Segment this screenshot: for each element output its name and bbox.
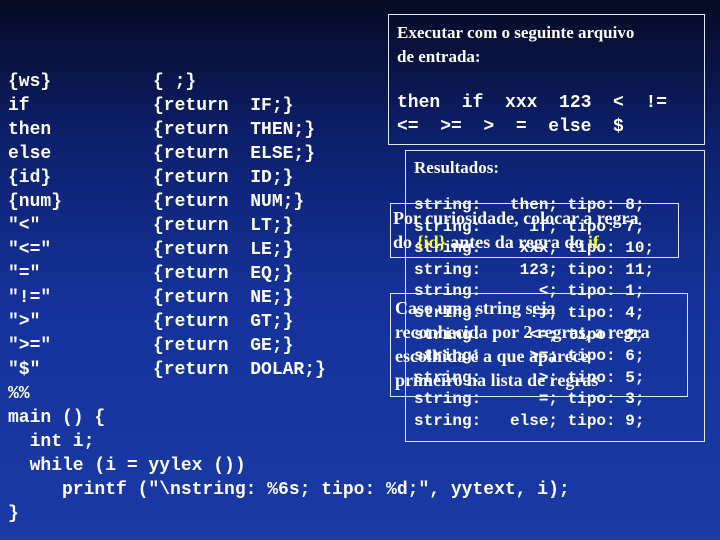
rule-action: {return ELSE;} bbox=[153, 144, 316, 164]
rule-pattern: {ws} bbox=[8, 72, 52, 92]
rule-pattern: if bbox=[8, 96, 30, 116]
rule-pattern: then bbox=[8, 120, 52, 140]
rule-pattern: "<=" bbox=[8, 240, 52, 260]
note-rule-priority: Caso uma string seja reconhecida por 2 r… bbox=[390, 293, 688, 397]
result-line: string: else; tipo: 9; bbox=[414, 412, 645, 430]
note2-line3: escolhida é a que aparece bbox=[395, 346, 589, 366]
rule-action: {return NUM;} bbox=[153, 192, 305, 212]
rule-action: {return LE;} bbox=[153, 240, 294, 260]
note1-line1: Por curiosidade, colocar a regra bbox=[393, 208, 639, 228]
input-text: then if xxx 123 < != bbox=[397, 93, 668, 113]
code-line: printf ("\nstring: %6s; tipo: %d;", yyte… bbox=[8, 480, 570, 500]
note1-if-highlight: if bbox=[587, 232, 599, 252]
note1-line2: do {id} antes da regra do if bbox=[393, 230, 599, 254]
rule-pattern: ">=" bbox=[8, 336, 52, 356]
rule-pattern: "<" bbox=[8, 216, 41, 236]
rule-pattern: "$" bbox=[8, 360, 41, 380]
rule-action: {return ID;} bbox=[153, 168, 294, 188]
rule-action: {return GT;} bbox=[153, 312, 294, 332]
note1-text-2: antes da regra do bbox=[445, 232, 588, 252]
note2-line4: primeiro na lista de regras bbox=[395, 370, 599, 390]
code-line: while (i = yylex ()) bbox=[8, 456, 246, 476]
rule-pattern: {id} bbox=[8, 168, 52, 188]
input-title-2: de entrada: bbox=[397, 47, 481, 66]
results-title: Resultados: bbox=[414, 158, 500, 177]
input-box: Executar com o seguinte arquivo de entra… bbox=[388, 14, 705, 145]
code-line: } bbox=[8, 504, 19, 524]
rule-pattern: "!=" bbox=[8, 288, 52, 308]
input-title: Executar com o seguinte arquivo bbox=[397, 23, 635, 42]
note1-text: do bbox=[393, 232, 417, 252]
rule-action: {return EQ;} bbox=[153, 264, 294, 284]
rule-action: {return THEN;} bbox=[153, 120, 316, 140]
note2-line2: reconhecida por 2 regras, a regra bbox=[395, 322, 650, 342]
rule-pattern: else bbox=[8, 144, 52, 164]
rule-action: {return DOLAR;} bbox=[153, 360, 326, 380]
rule-pattern: "=" bbox=[8, 264, 41, 284]
result-line: string: 123; tipo: 11; bbox=[414, 260, 655, 279]
rule-action: {return GE;} bbox=[153, 336, 294, 356]
rule-action: {return LT;} bbox=[153, 216, 294, 236]
note1-id-highlight: {id} bbox=[416, 232, 446, 252]
rule-pattern: {num} bbox=[8, 192, 63, 212]
code-line: main () { bbox=[8, 408, 106, 428]
code-line: int i; bbox=[8, 432, 95, 452]
rule-action: {return IF;} bbox=[153, 96, 294, 116]
rule-action: { ;} bbox=[153, 72, 197, 92]
rule-action: {return NE;} bbox=[153, 288, 294, 308]
code-line: %% bbox=[8, 384, 30, 404]
note2-line1: Caso uma string seja bbox=[395, 298, 556, 318]
rule-pattern: ">" bbox=[8, 312, 41, 332]
input-text-2: <= >= > = else $ bbox=[397, 117, 624, 137]
note-id-before-if: Por curiosidade, colocar a regra do {id}… bbox=[390, 203, 679, 258]
